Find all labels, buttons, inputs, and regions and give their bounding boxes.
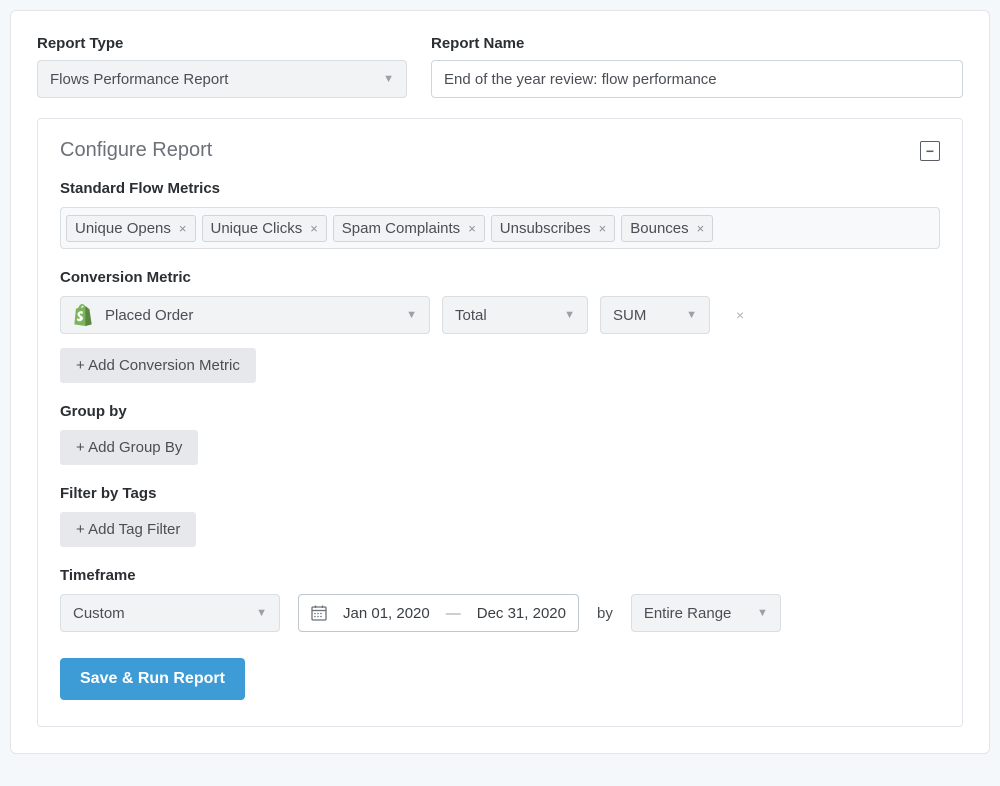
- remove-tag-icon[interactable]: ×: [599, 221, 607, 236]
- calendar-icon: [311, 605, 327, 621]
- report-type-value: Flows Performance Report: [50, 71, 228, 88]
- conversion-type-dropdown[interactable]: Total ▼: [442, 296, 588, 334]
- filter-tags-label: Filter by Tags: [60, 485, 940, 502]
- conversion-row: Placed Order ▼ Total ▼ SUM ▼ ×: [60, 296, 940, 334]
- report-name-label: Report Name: [431, 35, 963, 52]
- date-range-picker[interactable]: Jan 01, 2020 — Dec 31, 2020: [298, 594, 579, 632]
- add-group-by-button[interactable]: + Add Group By: [60, 430, 198, 465]
- remove-tag-icon[interactable]: ×: [310, 221, 318, 236]
- timeframe-section: Timeframe Custom ▼: [60, 567, 940, 632]
- metric-tag[interactable]: Unique Clicks ×: [202, 215, 327, 242]
- collapse-button[interactable]: −: [920, 141, 940, 161]
- standard-metrics-section: Standard Flow Metrics Unique Opens × Uni…: [60, 180, 940, 249]
- save-run-report-button[interactable]: Save & Run Report: [60, 658, 245, 700]
- metric-tag-label: Spam Complaints: [342, 220, 460, 237]
- filter-tags-section: Filter by Tags + Add Tag Filter: [60, 485, 940, 547]
- standard-metrics-taginput[interactable]: Unique Opens × Unique Clicks × Spam Comp…: [60, 207, 940, 249]
- conversion-metric-dropdown[interactable]: Placed Order ▼: [60, 296, 430, 334]
- add-tag-filter-button[interactable]: + Add Tag Filter: [60, 512, 196, 547]
- metric-tag[interactable]: Spam Complaints ×: [333, 215, 485, 242]
- timeframe-preset-value: Custom: [73, 605, 125, 622]
- conversion-type-value: Total: [455, 307, 487, 324]
- metric-tag-label: Unsubscribes: [500, 220, 591, 237]
- report-type-field: Report Type Flows Performance Report ▼: [37, 35, 407, 98]
- panel-title: Configure Report: [60, 139, 212, 162]
- chevron-down-icon: ▼: [383, 73, 394, 85]
- remove-tag-icon[interactable]: ×: [697, 221, 705, 236]
- metric-tag-label: Bounces: [630, 220, 688, 237]
- metric-tag[interactable]: Unique Opens ×: [66, 215, 196, 242]
- date-separator: —: [446, 605, 461, 622]
- conversion-agg-value: SUM: [613, 307, 646, 324]
- date-start: Jan 01, 2020: [343, 605, 430, 622]
- chevron-down-icon: ▼: [686, 309, 697, 321]
- timeframe-row: Custom ▼ J: [60, 594, 940, 632]
- metric-tag-label: Unique Opens: [75, 220, 171, 237]
- chevron-down-icon: ▼: [406, 309, 417, 321]
- group-by-section: Group by + Add Group By: [60, 403, 940, 465]
- remove-tag-icon[interactable]: ×: [179, 221, 187, 236]
- remove-tag-icon[interactable]: ×: [468, 221, 476, 236]
- add-conversion-metric-button[interactable]: + Add Conversion Metric: [60, 348, 256, 383]
- timeframe-preset-dropdown[interactable]: Custom ▼: [60, 594, 280, 632]
- date-end: Dec 31, 2020: [477, 605, 566, 622]
- conversion-metric-section: Conversion Metric Placed Order ▼ Total ▼: [60, 269, 940, 383]
- panel-header: Configure Report −: [60, 139, 940, 162]
- conversion-agg-dropdown[interactable]: SUM ▼: [600, 296, 710, 334]
- conversion-metric-value: Placed Order: [105, 307, 394, 324]
- chevron-down-icon: ▼: [757, 607, 768, 619]
- granularity-value: Entire Range: [644, 605, 732, 622]
- report-name-input[interactable]: [431, 60, 963, 98]
- report-name-field: Report Name: [431, 35, 963, 98]
- report-type-label: Report Type: [37, 35, 407, 52]
- by-label: by: [597, 605, 613, 622]
- chevron-down-icon: ▼: [256, 607, 267, 619]
- remove-row-icon[interactable]: ×: [736, 307, 744, 323]
- metric-tag[interactable]: Bounces ×: [621, 215, 713, 242]
- report-builder-card: Report Type Flows Performance Report ▼ R…: [10, 10, 990, 754]
- group-by-label: Group by: [60, 403, 940, 420]
- configure-panel: Configure Report − Standard Flow Metrics…: [37, 118, 963, 727]
- standard-metrics-label: Standard Flow Metrics: [60, 180, 940, 197]
- metric-tag-label: Unique Clicks: [211, 220, 303, 237]
- top-row: Report Type Flows Performance Report ▼ R…: [37, 35, 963, 98]
- metric-tag[interactable]: Unsubscribes ×: [491, 215, 615, 242]
- timeframe-label: Timeframe: [60, 567, 940, 584]
- chevron-down-icon: ▼: [564, 309, 575, 321]
- granularity-dropdown[interactable]: Entire Range ▼: [631, 594, 781, 632]
- shopify-icon: [73, 304, 93, 326]
- conversion-metric-label: Conversion Metric: [60, 269, 940, 286]
- report-type-dropdown[interactable]: Flows Performance Report ▼: [37, 60, 407, 98]
